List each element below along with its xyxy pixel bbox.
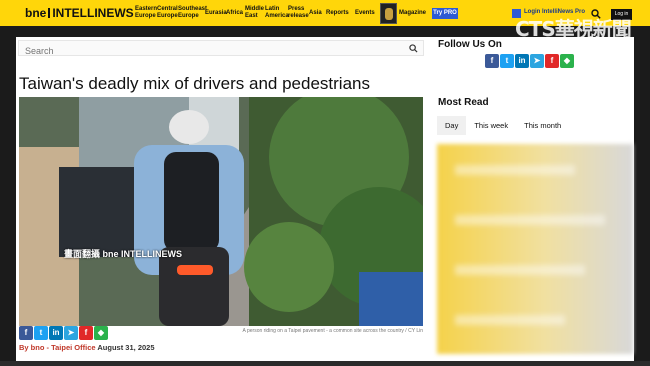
- nav-label: release: [288, 13, 309, 19]
- bottom-border: [0, 361, 650, 366]
- nav-item-reports[interactable]: Reports: [326, 10, 349, 17]
- feedly-icon[interactable]: ◆: [560, 54, 574, 68]
- blurred-line: [455, 315, 565, 325]
- nav-label: Reports: [326, 10, 349, 16]
- magazine-cover-thumbnail[interactable]: [380, 3, 397, 24]
- twitter-icon[interactable]: t: [34, 326, 48, 340]
- nav-label: Press: [288, 6, 305, 12]
- nav-item-eurasia[interactable]: Eurasia: [205, 10, 227, 17]
- twitter-icon[interactable]: t: [500, 54, 514, 68]
- nav-label: Europe: [178, 13, 199, 19]
- nav-label: Eastern: [135, 6, 158, 12]
- flipboard-icon[interactable]: f: [545, 54, 559, 68]
- nav-label: Europe: [135, 13, 156, 19]
- nav-label: Central: [157, 6, 178, 12]
- author-link[interactable]: By bno: [19, 343, 44, 352]
- nav-label: Southeast: [178, 6, 208, 12]
- logo-bne-text: bne: [25, 6, 47, 20]
- photo-caption: A person riding on a Taipei pavement - a…: [242, 328, 423, 334]
- street-scene-illustration: [19, 97, 423, 326]
- search-icon[interactable]: [409, 44, 418, 53]
- most-read-heading: Most Read: [438, 97, 489, 108]
- nav-label: East: [245, 13, 258, 19]
- site-logo[interactable]: bne INTELLINEWS: [25, 6, 134, 20]
- nav-item-events[interactable]: Events: [355, 10, 375, 17]
- logo-separator: [48, 8, 51, 18]
- blurred-line: [455, 265, 585, 275]
- nav-label: Magazine: [399, 10, 427, 16]
- nav-label: Latin: [265, 6, 280, 12]
- logo-intellinews-text: INTELLINEWS: [52, 6, 134, 20]
- nav-item-southeast-europe[interactable]: Southeast Europe: [178, 6, 207, 20]
- tab-this-week[interactable]: This week: [466, 116, 516, 135]
- tab-day[interactable]: Day: [437, 116, 467, 135]
- article-title: Taiwan's deadly mix of drivers and pedes…: [19, 74, 370, 93]
- blurred-line: [455, 165, 575, 175]
- follow-us-heading: Follow Us On: [438, 39, 502, 50]
- most-read-tabs: Day This week This month: [437, 116, 569, 135]
- facebook-icon[interactable]: f: [19, 326, 33, 340]
- follow-us-icons: f t in ➤ f ◆: [485, 54, 574, 68]
- search-bar: [18, 40, 424, 58]
- flipboard-icon[interactable]: f: [79, 326, 93, 340]
- article-byline: By bno - Taipei Office August 31, 2025: [19, 343, 155, 352]
- telegram-icon[interactable]: ➤: [530, 54, 544, 68]
- nav-label: Events: [355, 10, 375, 16]
- nav-label: Middle: [245, 6, 264, 12]
- nav-label: America: [265, 13, 289, 19]
- article-photo: 畫面翻攝 bne INTELLINEWS: [19, 97, 423, 326]
- nav-item-africa[interactable]: Africa: [226, 10, 243, 17]
- nav-label: Europe: [157, 13, 178, 19]
- article-share-row: f t in ➤ f ◆: [19, 326, 108, 340]
- facebook-icon[interactable]: f: [485, 54, 499, 68]
- search-input[interactable]: [19, 44, 399, 58]
- nav-item-press-release[interactable]: Press release: [288, 6, 309, 20]
- nav-item-latin-america[interactable]: Latin America: [265, 6, 289, 20]
- nav-item-asia[interactable]: Asia: [309, 10, 322, 17]
- photo-overlay-text: 畫面翻攝 bne INTELLINEWS: [64, 249, 182, 259]
- telegram-icon[interactable]: ➤: [64, 326, 78, 340]
- nav-item-middle-east[interactable]: Middle East: [245, 6, 264, 20]
- linkedin-icon[interactable]: in: [49, 326, 63, 340]
- linkedin-icon[interactable]: in: [515, 54, 529, 68]
- nav-item-eastern-europe[interactable]: Eastern Europe: [135, 6, 157, 20]
- nav-label: Africa: [226, 10, 244, 16]
- nav-label: Asia: [309, 10, 322, 16]
- nav-item-central-europe[interactable]: Central Europe: [157, 6, 178, 20]
- tab-this-month[interactable]: This month: [516, 116, 569, 135]
- nav-item-magazine[interactable]: Magazine: [399, 10, 426, 17]
- feedly-icon[interactable]: ◆: [94, 326, 108, 340]
- nav-label: Eurasia: [205, 10, 227, 16]
- publish-date: August 31, 2025: [97, 343, 155, 352]
- office-link[interactable]: Taipei Office: [51, 343, 95, 352]
- try-pro-button[interactable]: Try PRO: [432, 8, 458, 19]
- blurred-line: [455, 215, 605, 225]
